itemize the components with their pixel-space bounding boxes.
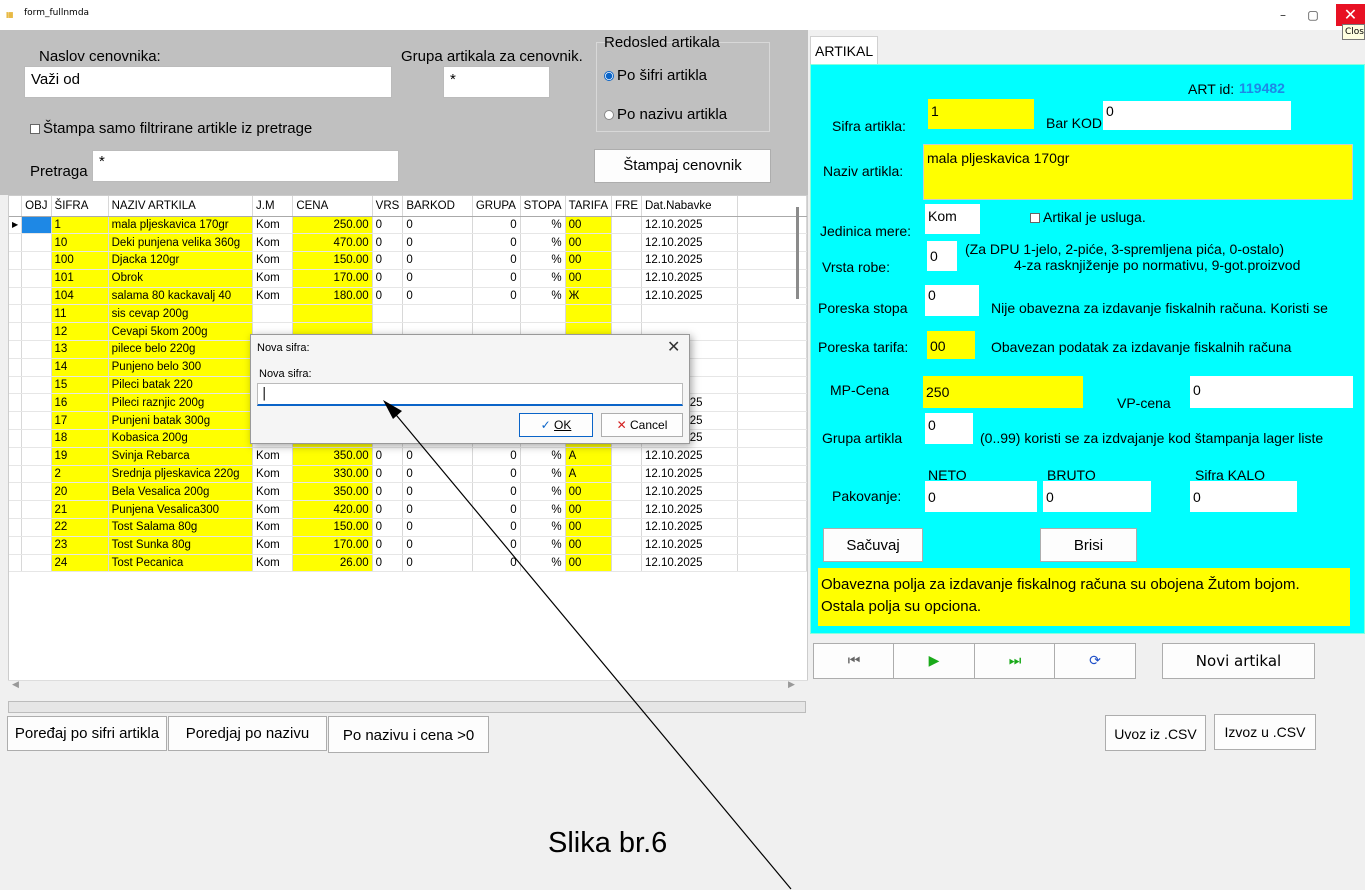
arrow-head — [383, 400, 402, 419]
arrow-line — [391, 409, 792, 890]
figure-caption: Slika br.6 — [548, 827, 668, 859]
annotation-arrow — [383, 400, 792, 890]
